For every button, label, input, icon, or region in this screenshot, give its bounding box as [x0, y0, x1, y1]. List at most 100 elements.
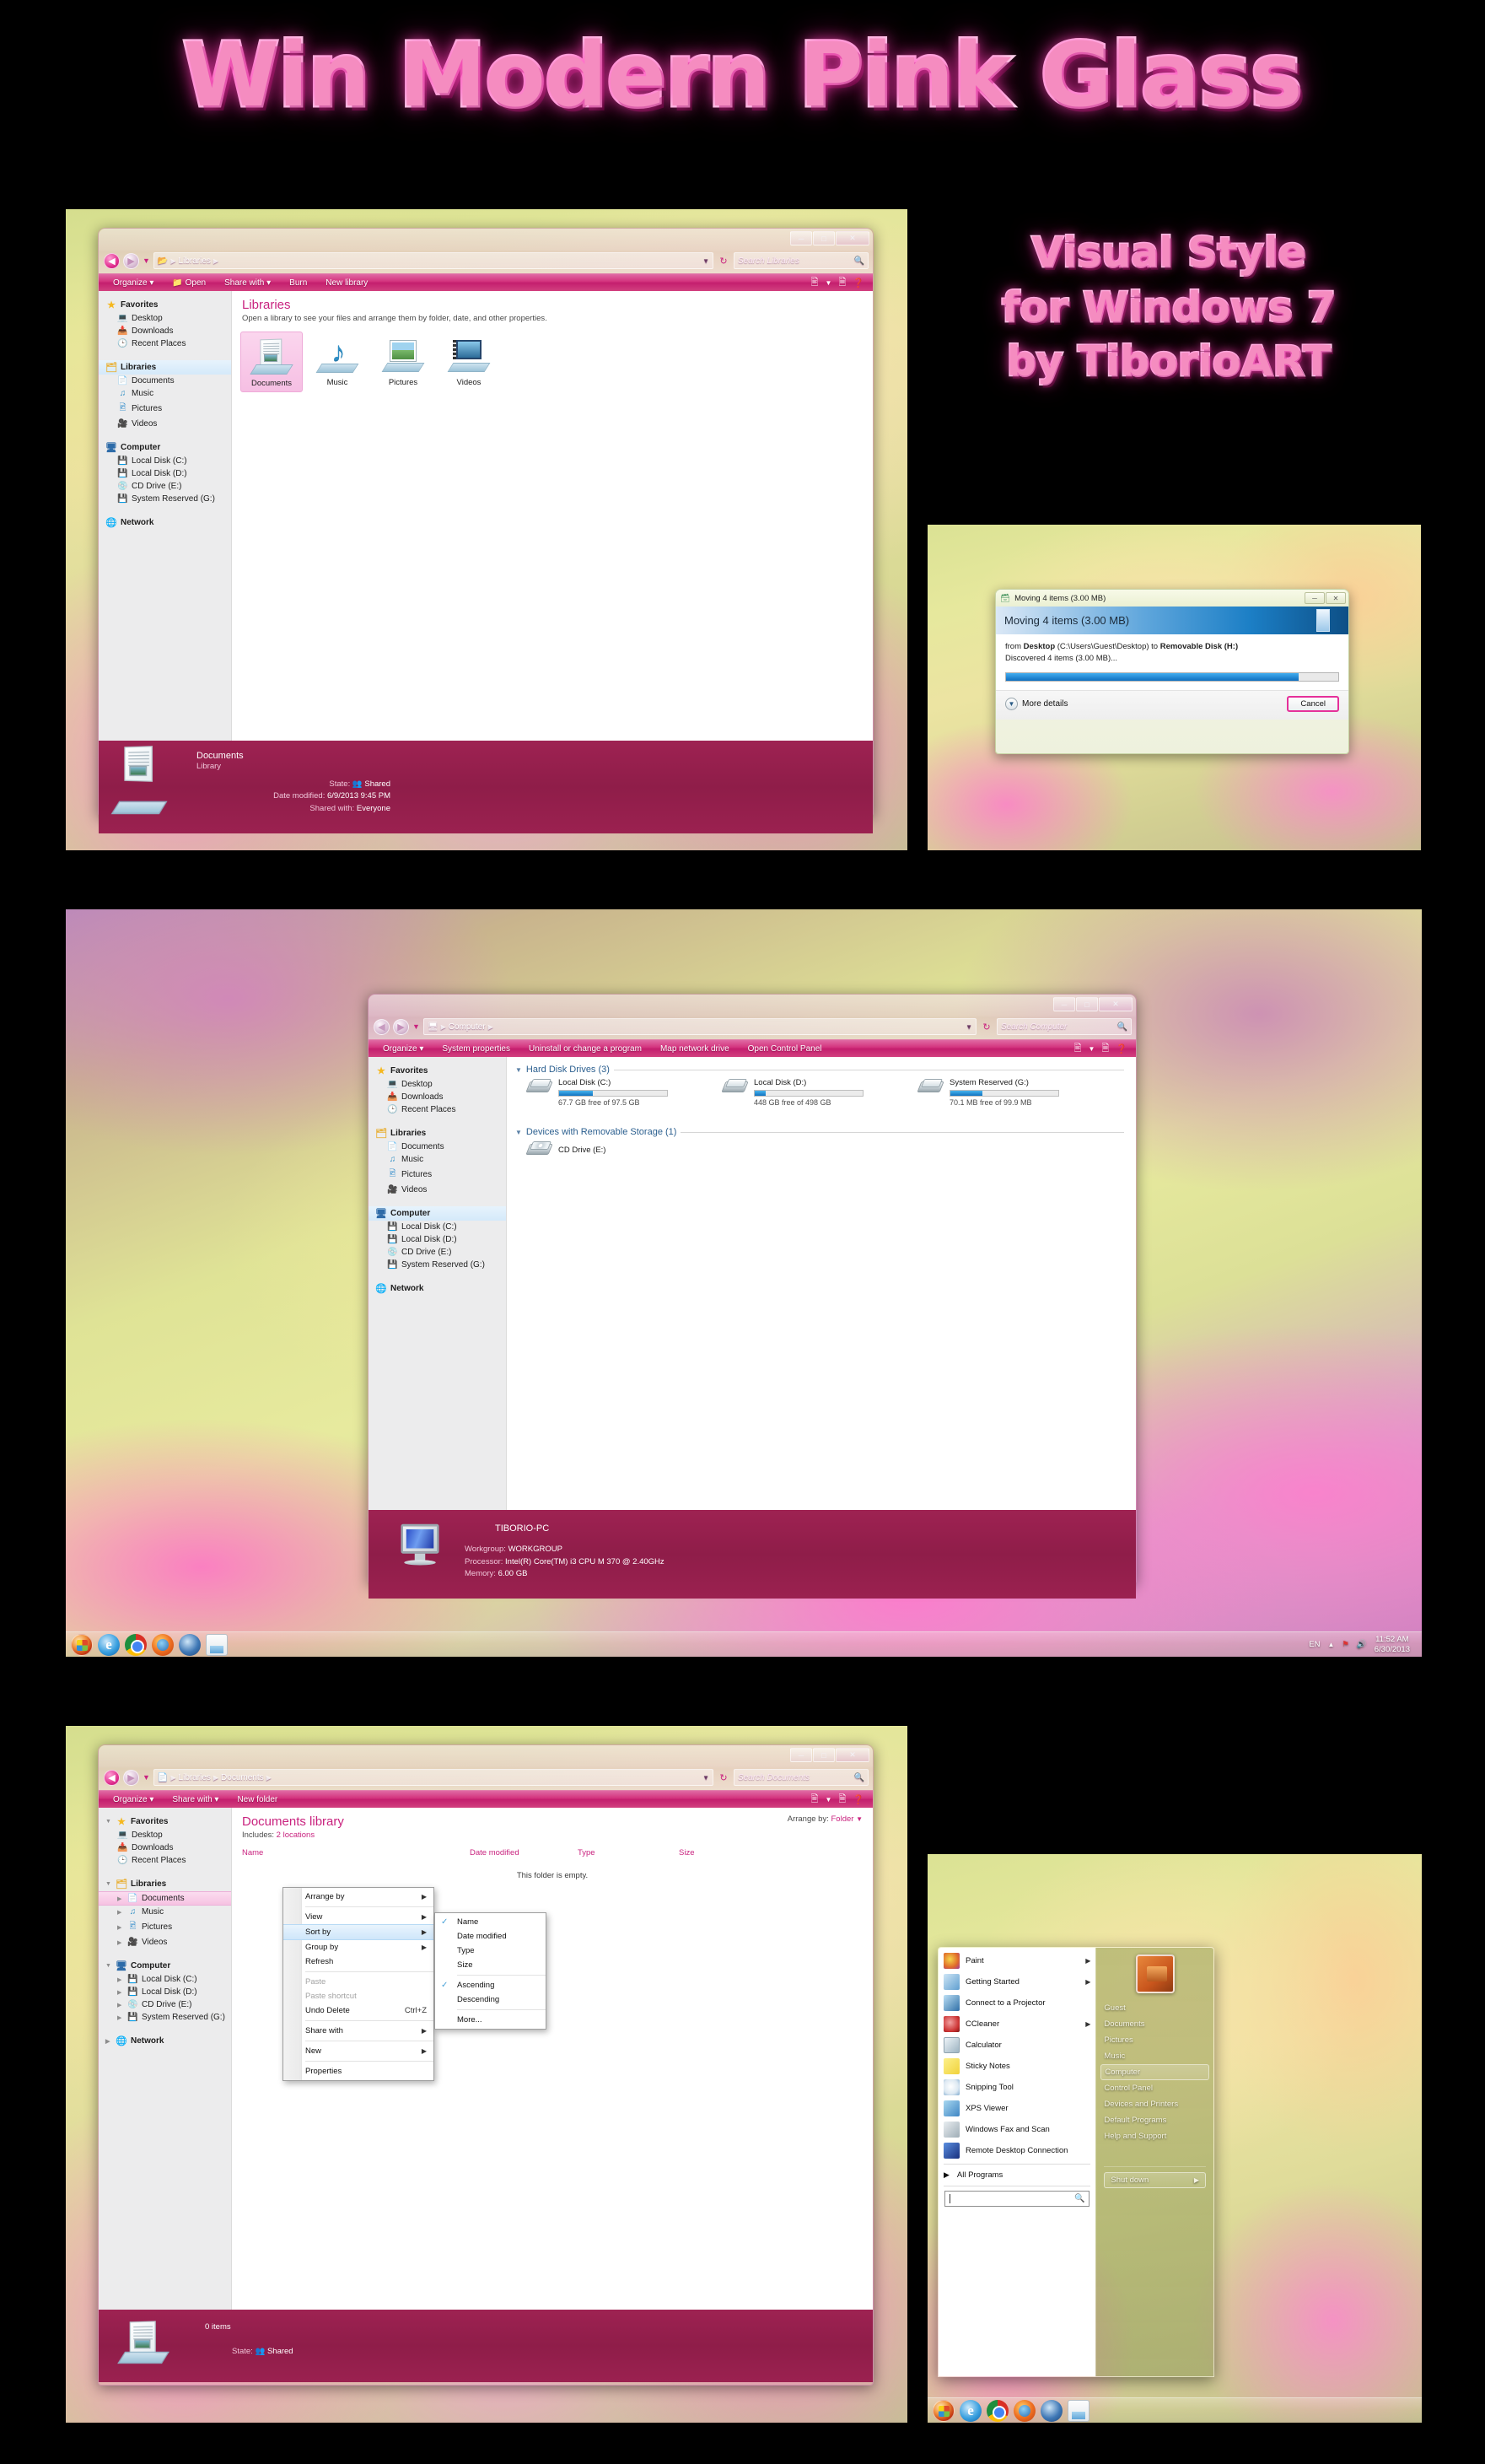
shutdown-button[interactable]: Shut down ▶ — [1104, 2172, 1206, 2188]
navigation-pane[interactable]: ★ Favorites 💻 Desktop 📥 Downloads 🕒 Rece… — [99, 291, 232, 741]
explorer-window-computer[interactable]: ─ □ ✕ ◀ ▶ ▼ 🖥 ▶ Computer ▶ ▼ ↻ Search Co… — [368, 994, 1137, 1599]
start-button[interactable] — [933, 2399, 955, 2422]
tile-pictures[interactable]: Pictures — [372, 332, 434, 392]
change-view-icon[interactable]: 🖹 — [1074, 1041, 1082, 1057]
nav-item-local-disk-c[interactable]: ▶ 💾 Local Disk (C:) — [99, 1973, 231, 1986]
close-button[interactable]: ✕ — [836, 1748, 869, 1762]
drive-row[interactable]: System Reserved (G:) 70.1 MB free of 99.… — [917, 1078, 1114, 1107]
chevron-down-icon[interactable]: ▼ — [856, 1815, 863, 1823]
start-menu-programs[interactable]: Paint ▶ Getting Started ▶ Connect to a P… — [939, 1948, 1096, 2376]
nav-item-pictures[interactable]: 🖻 Pictures — [99, 400, 231, 418]
nav-group-favorites[interactable]: ▼ ★ Favorites — [99, 1814, 231, 1829]
arrange-by-control[interactable]: Arrange by: Folder ▼ — [788, 1814, 863, 1824]
arrange-by-value[interactable]: Folder — [831, 1814, 854, 1824]
window-buttons[interactable]: ─ □ ✕ — [1053, 997, 1133, 1011]
breadcrumb-chevron-icon[interactable]: ▼ — [702, 257, 709, 265]
moving-items-dialog[interactable]: 🗃 Moving 4 items (3.00 MB) ─ ✕ Moving 4 … — [995, 589, 1349, 754]
back-button[interactable]: ◀ — [104, 1769, 120, 1786]
nav-group-computer[interactable]: 🖥 Computer — [99, 440, 231, 455]
group-header-removable[interactable]: ▼ Devices with Removable Storage (1) — [515, 1127, 1136, 1137]
menu-item-group-by[interactable]: Group by ▶ — [283, 1940, 433, 1954]
breadcrumb-chevron-icon[interactable]: ▼ — [966, 1023, 972, 1031]
start-item-connect-projector[interactable]: Connect to a Projector — [939, 1992, 1095, 2014]
dialog-window-buttons[interactable]: ─ ✕ — [1305, 592, 1346, 604]
help-icon[interactable]: ❓ — [1116, 1043, 1127, 1054]
title-bar[interactable]: ─ □ ✕ — [99, 1745, 873, 1767]
expand-arrow-icon[interactable]: ▼ — [105, 1819, 112, 1825]
close-button[interactable]: ✕ — [1326, 592, 1346, 604]
nav-group-computer[interactable]: 🖥 Computer — [369, 1206, 506, 1221]
help-icon[interactable]: ❓ — [853, 278, 864, 288]
start-place-help-support[interactable]: Help and Support — [1096, 2128, 1213, 2144]
start-item-ccleaner[interactable]: CCleaner ▶ — [939, 2014, 1095, 2035]
clock[interactable]: 11:52 AM 6/30/2013 — [1375, 1635, 1410, 1655]
nav-item-desktop[interactable]: 💻 Desktop — [99, 312, 231, 325]
thunderbird-icon[interactable] — [179, 1633, 201, 1656]
sort-by-submenu[interactable]: ✓ Name Date modified Type Size ✓ Ascending… — [434, 1912, 546, 2030]
nav-item-documents[interactable]: 📄 Documents — [369, 1140, 506, 1153]
expand-arrow-icon[interactable]: ▶ — [117, 1895, 124, 1902]
toolbar-new-library[interactable]: New library — [316, 278, 377, 288]
breadcrumb[interactable]: 📄 ▶ Libraries ▶ Documents ▶ ▼ — [153, 1769, 713, 1786]
nav-item-desktop[interactable]: 💻 Desktop — [99, 1829, 231, 1841]
expand-arrow-icon[interactable]: ▶ — [117, 1924, 124, 1931]
command-bar[interactable]: Organize ▾ System properties Uninstall o… — [369, 1039, 1136, 1057]
change-view-icon[interactable]: 🖹 — [811, 1792, 819, 1808]
recent-pages-dropdown-icon[interactable]: ▼ — [143, 1773, 150, 1782]
chrome-icon[interactable] — [125, 1633, 147, 1656]
nav-item-downloads[interactable]: 📥 Downloads — [99, 1841, 231, 1854]
toolbar-organize[interactable]: Organize ▾ — [104, 278, 163, 288]
toolbar-right-controls[interactable]: 🖹 ▼ 🗎 ❓ — [811, 275, 868, 291]
maximize-button[interactable]: □ — [1076, 997, 1098, 1011]
search-input[interactable]: Search Documents 🔍 — [734, 1769, 869, 1786]
breadcrumb[interactable]: 🖥 ▶ Computer ▶ ▼ — [422, 1018, 977, 1035]
title-bar[interactable]: ─ □ ✕ — [369, 995, 1136, 1016]
tile-music[interactable]: ♪ Music — [306, 332, 369, 392]
more-details-button[interactable]: ▼ More details — [1005, 697, 1068, 710]
nav-group-network[interactable]: ▶ 🌐 Network — [99, 2034, 231, 2048]
start-item-snipping-tool[interactable]: Snipping Tool — [939, 2077, 1095, 2098]
drive-row[interactable]: CD Drive (E:) — [525, 1140, 723, 1159]
navigation-pane[interactable]: ▼ ★ Favorites 💻 Desktop 📥 Downloads 🕒 Re… — [99, 1808, 232, 2310]
submenu-item-descending[interactable]: Descending — [435, 1992, 546, 2007]
maximize-button[interactable]: □ — [813, 231, 835, 245]
column-headers[interactable]: Name Date modified Type Size — [232, 1840, 873, 1857]
nav-item-local-disk-d[interactable]: 💾 Local Disk (D:) — [369, 1233, 506, 1246]
nav-item-videos[interactable]: 🎥 Videos — [99, 418, 231, 430]
avatar[interactable] — [1135, 1954, 1175, 1993]
command-bar[interactable]: Organize ▾ 📁 Open Share with ▾ Burn New … — [99, 273, 873, 291]
expand-arrow-icon[interactable]: ▶ — [117, 1989, 124, 1996]
chrome-icon[interactable] — [987, 2399, 1009, 2422]
start-place-user[interactable]: Guest — [1096, 2000, 1213, 2016]
toolbar-open-control-panel[interactable]: Open Control Panel — [739, 1044, 831, 1054]
dialog-title-bar[interactable]: 🗃 Moving 4 items (3.00 MB) ─ ✕ — [996, 590, 1348, 607]
change-view-icon[interactable]: 🖹 — [811, 275, 819, 291]
nav-item-pictures[interactable]: ▶ 🖻 Pictures — [99, 1918, 231, 1936]
submenu-item-size[interactable]: Size — [435, 1958, 546, 1972]
toolbar-organize[interactable]: Organize ▾ — [374, 1044, 433, 1054]
nav-group-libraries[interactable]: 🗂 Libraries — [99, 360, 231, 375]
start-item-fax-and-scan[interactable]: Windows Fax and Scan — [939, 2119, 1095, 2140]
taskbar[interactable] — [928, 2397, 1422, 2423]
expand-arrow-icon[interactable]: ▼ — [105, 1881, 112, 1887]
action-center-icon[interactable]: ⚑ — [1342, 1640, 1349, 1649]
close-button[interactable]: ✕ — [836, 231, 869, 245]
all-programs-button[interactable]: ▶ All Programs — [939, 2167, 1095, 2183]
title-bar[interactable]: ─ □ ✕ — [99, 229, 873, 251]
column-header-date[interactable]: Date modified — [470, 1848, 578, 1857]
menu-item-view[interactable]: View ▶ — [283, 1910, 433, 1924]
start-item-sticky-notes[interactable]: Sticky Notes — [939, 2056, 1095, 2077]
breadcrumb[interactable]: 📂 ▶ Libraries ▶ ▼ — [153, 252, 713, 269]
start-place-pictures[interactable]: Pictures — [1096, 2032, 1213, 2048]
command-bar[interactable]: Organize ▾ Share with ▾ New folder 🖹 ▼ 🗎… — [99, 1790, 873, 1808]
language-indicator[interactable]: EN — [1309, 1640, 1320, 1649]
minimize-button[interactable]: ─ — [790, 231, 812, 245]
navigation-pane[interactable]: ★ Favorites 💻 Desktop 📥 Downloads 🕒 Rece… — [369, 1057, 507, 1510]
nav-group-favorites[interactable]: ★ Favorites — [99, 298, 231, 312]
nav-item-system-reserved-g[interactable]: 💾 System Reserved (G:) — [369, 1259, 506, 1271]
start-place-documents[interactable]: Documents — [1096, 2016, 1213, 2032]
minimize-button[interactable]: ─ — [1305, 592, 1325, 604]
close-button[interactable]: ✕ — [1099, 997, 1133, 1011]
submenu-item-ascending[interactable]: ✓ Ascending — [435, 1978, 546, 1992]
toolbar-organize[interactable]: Organize ▾ — [104, 1795, 163, 1804]
